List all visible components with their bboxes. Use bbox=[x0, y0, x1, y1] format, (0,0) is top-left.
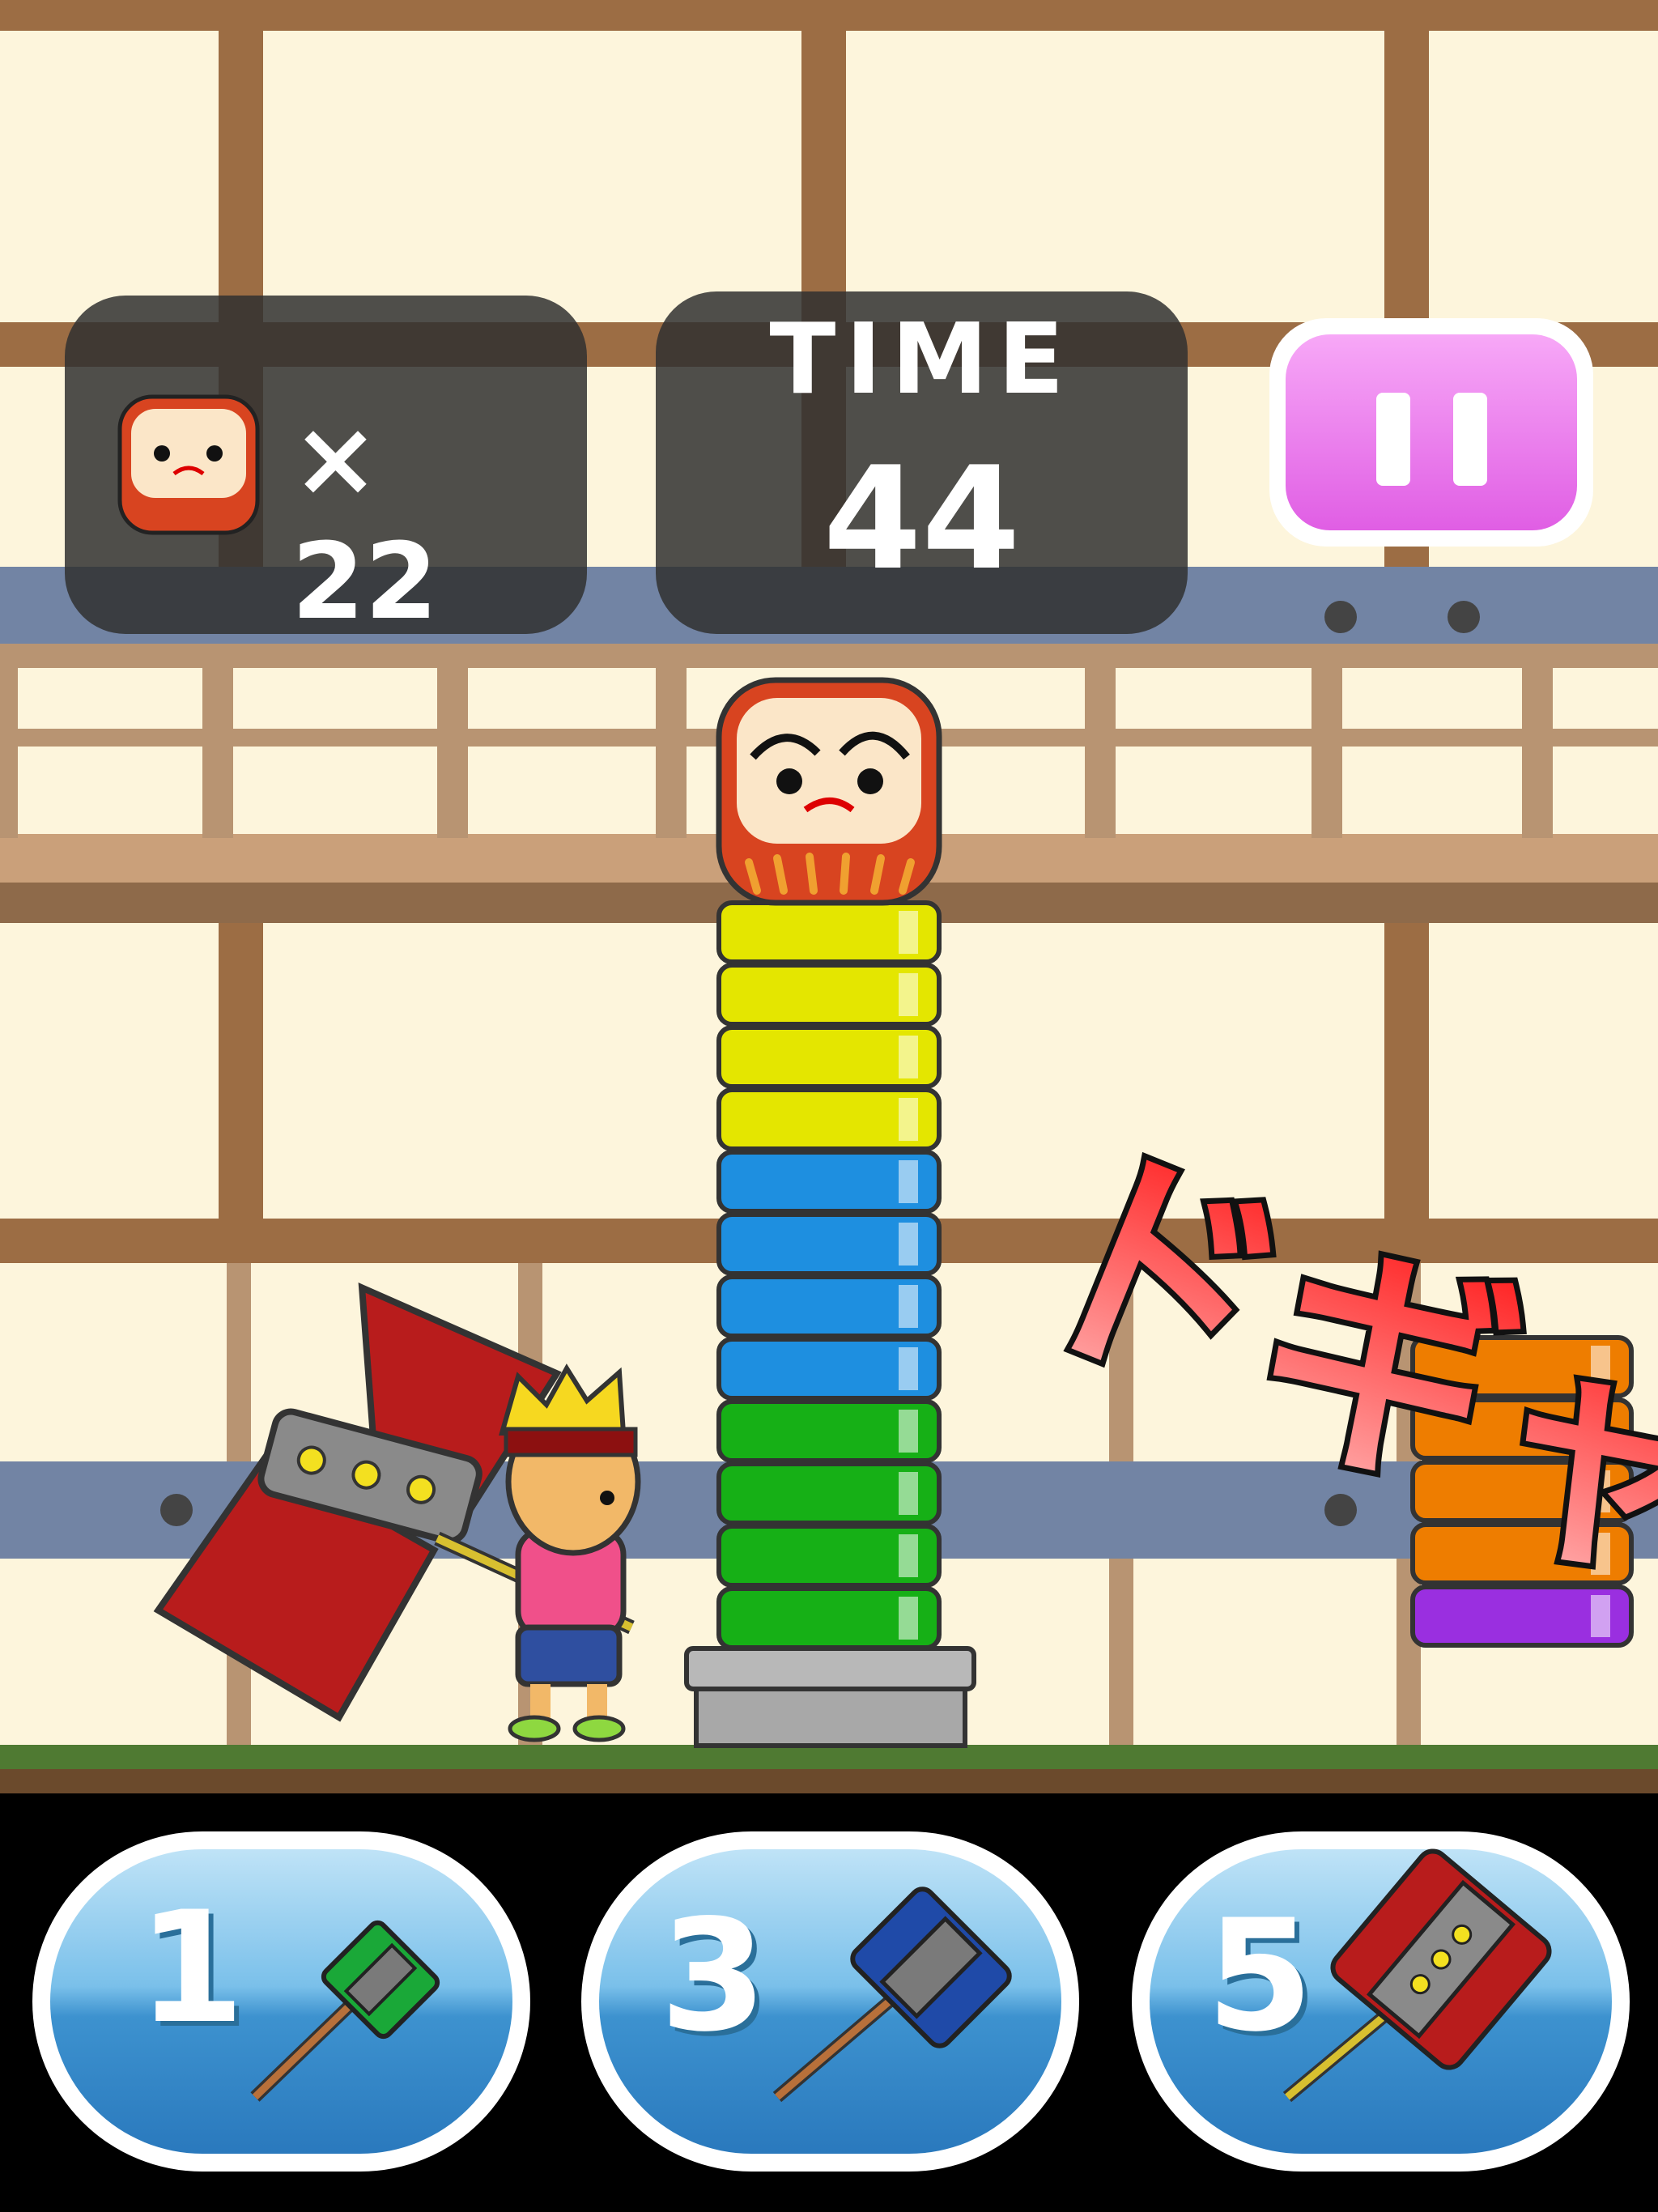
stack-block-shine bbox=[899, 1472, 918, 1515]
stack-block-shine bbox=[899, 911, 918, 954]
stack-block-shine bbox=[899, 973, 918, 1016]
stack-block-shine bbox=[899, 1534, 918, 1577]
pause-button[interactable] bbox=[1269, 318, 1593, 547]
stack-block-shine bbox=[899, 1098, 918, 1141]
daruma-count-icon bbox=[117, 394, 260, 535]
time-value: 44 bbox=[823, 437, 1021, 602]
stack-base bbox=[684, 1646, 976, 1748]
hammer-button-1-label: 1 bbox=[138, 1878, 245, 2057]
stack-block-shine bbox=[899, 1347, 918, 1390]
daruma-stack bbox=[716, 900, 942, 1650]
game-stage[interactable]: ドギャッ × 22 TIME 44 1 3 5 bbox=[0, 0, 1658, 2212]
stack-block-shine bbox=[899, 1160, 918, 1203]
time-label: TIME bbox=[769, 304, 1074, 416]
stack-block-shine bbox=[899, 1410, 918, 1453]
stack-block-shine bbox=[899, 1223, 918, 1266]
stack-block-shine bbox=[899, 1597, 918, 1640]
hammer-button-5-label: 5 bbox=[1206, 1887, 1314, 2065]
hammer-button-3-label: 3 bbox=[660, 1887, 767, 2065]
daruma-count-label: × 22 bbox=[291, 397, 438, 643]
daruma-head bbox=[716, 677, 942, 906]
hammer-button-1[interactable] bbox=[32, 1831, 530, 2172]
hammer-button-3[interactable] bbox=[581, 1831, 1079, 2172]
stack-block-shine bbox=[899, 1036, 918, 1078]
pause-icon bbox=[1376, 393, 1410, 486]
stack-block-shine bbox=[899, 1285, 918, 1328]
